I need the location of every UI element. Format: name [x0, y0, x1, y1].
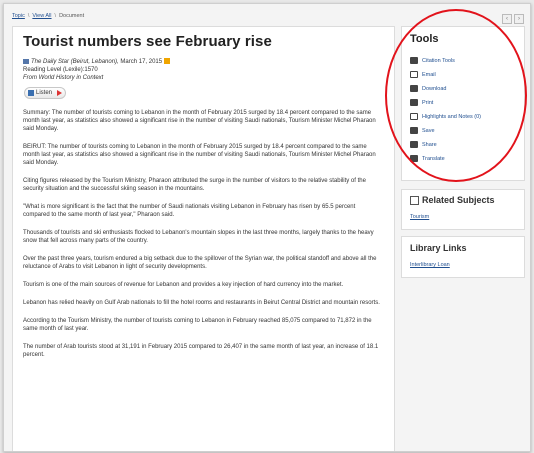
next-arrow-icon[interactable]: › — [514, 14, 524, 24]
tools-panel: Tools Citation Tools Email Download Prin… — [401, 26, 525, 181]
paragraph: Summary: The number of tourists coming t… — [23, 110, 376, 132]
paragraph: Citing figures released by the Tourism M… — [23, 178, 366, 192]
play-icon — [57, 90, 62, 96]
sidebar: Tools Citation Tools Email Download Prin… — [401, 26, 525, 451]
library-links-title: Library Links — [410, 243, 467, 253]
tool-label: Save — [422, 127, 435, 134]
print-icon — [410, 99, 418, 106]
breadcrumb-document: Document — [59, 13, 85, 19]
email-icon — [410, 71, 418, 78]
tool-label: Share — [422, 141, 437, 148]
tool-label: Download — [422, 85, 447, 92]
paragraph: Thousands of tourists and ski enthusiast… — [23, 230, 374, 244]
highlights-notes-link[interactable]: Highlights and Notes (0) — [410, 113, 481, 120]
paragraph: Lebanon has relied heavily on Gulf Arab … — [23, 300, 380, 306]
email-link[interactable]: Email — [410, 71, 436, 78]
highlights-icon — [410, 113, 418, 120]
subjects-icon — [410, 195, 419, 205]
paragraph: BEIRUT: The number of tourists coming to… — [23, 144, 376, 166]
related-subjects-label: Related Subjects — [422, 195, 495, 205]
related-subjects-panel: Related Subjects Tourism — [401, 189, 525, 230]
breadcrumb-separator: \ — [27, 13, 30, 19]
tool-label: Email — [422, 71, 436, 78]
download-link[interactable]: Download — [410, 85, 446, 92]
article-title: Tourist numbers see February rise — [23, 33, 272, 50]
article-body: Summary: The number of tourists coming t… — [23, 109, 383, 369]
citation-icon — [410, 57, 418, 64]
speaker-icon — [28, 90, 34, 96]
folder-icon — [410, 127, 418, 134]
publication-date: March 17, 2015 — [120, 59, 163, 65]
breadcrumb: Topic \ View All \ Document — [12, 13, 84, 19]
related-subject-link[interactable]: Tourism — [410, 214, 429, 220]
related-subjects-title: Related Subjects — [410, 195, 495, 205]
paragraph: Tourism is one of the main sources of re… — [23, 282, 344, 288]
listen-button[interactable]: Listen — [24, 87, 66, 99]
previous-arrow-icon[interactable]: ‹ — [502, 14, 512, 24]
print-link[interactable]: Print — [410, 99, 433, 106]
paragraph: According to the Tourism Ministry, the n… — [23, 318, 372, 332]
translate-link[interactable]: Translate — [410, 155, 445, 162]
listen-label: Listen — [36, 90, 53, 96]
newspaper-icon — [23, 58, 29, 64]
tool-label: Citation Tools — [422, 57, 455, 64]
reading-level: Reading Level (Lexile):1570 — [23, 67, 98, 73]
breadcrumb-separator: \ — [54, 13, 57, 19]
paragraph: The number of Arab tourists stood at 31,… — [23, 344, 379, 358]
source-database: From World History in Context — [23, 75, 104, 81]
tools-title: Tools — [410, 33, 439, 45]
library-links-panel: Library Links Interlibrary Loan — [401, 236, 525, 278]
article-panel: Tourist numbers see February rise The Da… — [12, 26, 395, 451]
tool-label: Print — [422, 99, 434, 106]
browser-frame: Topic \ View All \ Document ‹ › Tourist numb… — [3, 3, 531, 452]
document-nav: ‹ › — [502, 14, 524, 24]
bookmark-icon[interactable] — [164, 58, 171, 65]
article-meta: The Daily Star (Beirut, Lebanon), March … — [23, 58, 171, 82]
citation-tools-link[interactable]: Citation Tools — [410, 57, 455, 64]
download-icon — [410, 85, 418, 92]
save-link[interactable]: Save — [410, 127, 435, 134]
translate-icon — [410, 155, 418, 162]
breadcrumb-view-all[interactable]: View All — [32, 13, 51, 19]
interlibrary-loan-link[interactable]: Interlibrary Loan — [410, 262, 450, 268]
share-link[interactable]: Share — [410, 141, 437, 148]
publication-name: The Daily Star (Beirut, Lebanon), — [31, 59, 119, 65]
paragraph: Over the past three years, tourism endur… — [23, 256, 377, 270]
tool-label: Highlights and Notes (0) — [422, 113, 482, 120]
paragraph: "What is more significant is the fact th… — [23, 204, 356, 218]
share-icon — [410, 141, 418, 148]
tool-label: Translate — [422, 155, 445, 162]
breadcrumb-topic[interactable]: Topic — [12, 13, 25, 19]
